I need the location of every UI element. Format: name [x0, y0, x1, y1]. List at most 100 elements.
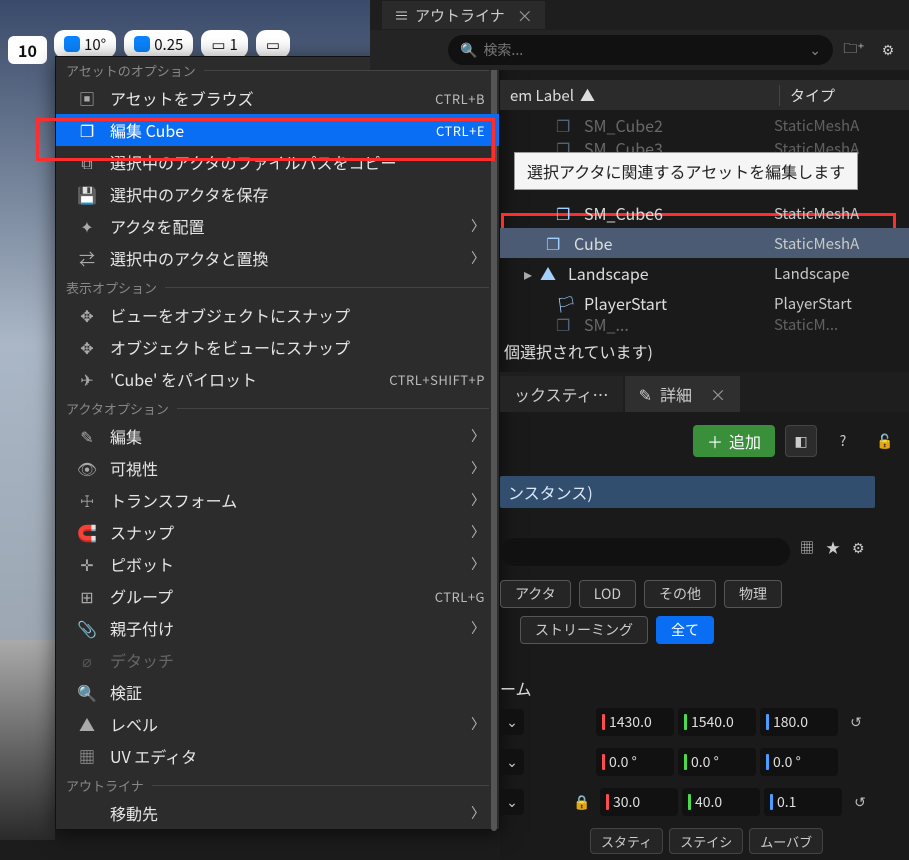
outliner-tab[interactable]: ≡アウトライナ×	[382, 1, 545, 29]
menu-snap[interactable]: 🧲スナップ〉	[56, 516, 499, 548]
menu-pivot[interactable]: ✛ピボット〉	[56, 548, 499, 580]
menu-snap-view-to-obj[interactable]: ✥ ビューをオブジェクトにスナップ	[56, 299, 499, 331]
chip-streaming[interactable]: ストリーミング	[520, 616, 648, 644]
menu-verify[interactable]: 🔍検証	[56, 676, 499, 708]
outliner-row-selected[interactable]: ❐CubeStaticMeshA	[500, 228, 909, 258]
rotation-x[interactable]: 0.0 °	[596, 748, 674, 776]
camera-pill[interactable]: ▭1	[201, 30, 248, 58]
gear-icon[interactable]: ⚙	[852, 538, 865, 558]
rotation-dropdown[interactable]: ⌄	[500, 749, 524, 775]
outliner-search-row: 🔍 検索... ⌄ 🗀⁺ ⚙	[370, 30, 909, 70]
menu-pilot-cube[interactable]: ✈ 'Cube' をパイロット CTRL+SHIFT+P	[56, 363, 499, 395]
lock-icon[interactable]: 🔒	[570, 792, 594, 812]
details-search-input[interactable]	[500, 538, 790, 566]
menu-place-actor[interactable]: ✦ アクタを配置 〉	[56, 210, 499, 242]
mobility-movable[interactable]: ムーバブ	[749, 828, 823, 854]
angle-snap-pill[interactable]: 10°	[54, 30, 116, 58]
chip-misc[interactable]: その他	[644, 580, 716, 608]
menu-edit[interactable]: ✎ 編集〉	[56, 420, 499, 452]
column-item-label[interactable]: em Label▲	[500, 85, 779, 106]
landscape-icon: ▲	[540, 261, 560, 285]
menu-copy-path[interactable]: ⧉ 選択中のアクタのファイルパスをコピー	[56, 146, 499, 178]
chip-actor[interactable]: アクタ	[500, 580, 571, 608]
unlock-icon[interactable]: 🔓	[869, 425, 901, 457]
expand-icon[interactable]: ▸	[524, 261, 538, 285]
menu-browse-asset[interactable]: ▣ アセットをブラウズ CTRL+B	[56, 82, 499, 114]
help-icon[interactable]: ?	[827, 425, 859, 457]
chip-lod[interactable]: LOD	[579, 580, 636, 608]
reset-icon[interactable]: ↺	[848, 792, 872, 812]
location-x[interactable]: 1430.0	[596, 708, 674, 736]
close-icon[interactable]: ×	[517, 3, 533, 27]
shortcut: CTRL+B	[435, 89, 485, 108]
grid-snap-value[interactable]: 10	[8, 36, 47, 64]
column-type[interactable]: タイプ	[779, 85, 909, 106]
menu-move-to[interactable]: 移動先〉	[56, 797, 499, 829]
location-y[interactable]: 1540.0	[678, 708, 756, 736]
extra-pill[interactable]: ▭	[256, 30, 290, 58]
pencil-icon: ✎	[639, 382, 652, 406]
rotation-y[interactable]: 0.0 °	[678, 748, 756, 776]
label: グループ	[110, 584, 421, 608]
new-folder-icon[interactable]: 🗀⁺	[841, 37, 867, 63]
menu-transform[interactable]: ☩トランスフォーム〉	[56, 484, 499, 516]
blueprint-icon[interactable]: ◧	[785, 425, 817, 457]
reset-icon[interactable]: ↺	[844, 712, 868, 732]
cam-value: 1	[230, 34, 238, 55]
menu-uv-editor[interactable]: ▦UV エディタ	[56, 740, 499, 772]
blank-icon	[78, 804, 96, 822]
transform-section-header: ーム	[500, 676, 532, 700]
star-icon[interactable]: ★	[826, 538, 840, 558]
section-actor-options: アクタオプション	[56, 395, 499, 420]
mobility-static[interactable]: スタティ	[590, 828, 663, 854]
mobility-stationary[interactable]: ステイシ	[669, 828, 743, 854]
pivot-icon: ✛	[78, 555, 96, 573]
add-button[interactable]: ＋追加	[693, 425, 775, 457]
menu-replace-actor[interactable]: ⇄ 選択中のアクタと置換 〉	[56, 242, 499, 274]
menu-group[interactable]: ⊞グループCTRL+G	[56, 580, 499, 612]
label: 移動先	[110, 801, 457, 825]
scale-dropdown[interactable]: ⌄	[500, 789, 524, 815]
scale-z[interactable]: 0.1	[764, 788, 842, 816]
details-tab-bar: ックスティ… ✎詳細×	[500, 372, 909, 412]
chevron-right-icon: 〉	[471, 426, 485, 446]
shortcut: CTRL+G	[435, 587, 485, 606]
outliner-row[interactable]: ❐SM_Cube6StaticMeshA	[500, 198, 909, 228]
outliner-row[interactable]: ❐SM_...StaticM...	[500, 318, 909, 330]
chevron-down-icon[interactable]: ⌄	[809, 40, 821, 60]
chip-physics[interactable]: 物理	[724, 580, 782, 608]
search-input[interactable]: 🔍 検索... ⌄	[448, 35, 833, 65]
chevron-right-icon: 〉	[471, 490, 485, 510]
location-z[interactable]: 180.0	[760, 708, 838, 736]
scale-x[interactable]: 30.0	[600, 788, 678, 816]
menu-save-actor[interactable]: 💾 選択中のアクタを保存	[56, 178, 499, 210]
gear-icon[interactable]: ⚙	[875, 37, 901, 63]
rotation-z[interactable]: 0.0 °	[760, 748, 838, 776]
menu-visibility[interactable]: 👁可視性〉	[56, 452, 499, 484]
tab-details[interactable]: ✎詳細×	[625, 376, 740, 412]
shortcut: CTRL+SHIFT+P	[389, 370, 485, 389]
chevron-right-icon: 〉	[471, 522, 485, 542]
details-search-icons: ▦ ★ ⚙	[800, 538, 865, 558]
mobility-pills: スタティ ステイシ ムーバブ	[590, 828, 823, 854]
tab-static[interactable]: ックスティ…	[500, 376, 623, 412]
scale-y[interactable]: 40.0	[682, 788, 760, 816]
selection-status: 個選択されています)	[500, 334, 909, 368]
chip-all[interactable]: 全て	[656, 616, 714, 644]
menu-attach[interactable]: 📎親子付け〉	[56, 612, 499, 644]
outliner-row[interactable]: ▸▲LandscapeLandscape	[500, 258, 909, 288]
label: 可視性	[110, 456, 457, 480]
instance-bar[interactable]: ンスタンス)	[500, 476, 875, 508]
menu-edit-cube[interactable]: ❐ 編集 Cube CTRL+E	[56, 114, 499, 146]
menu-snap-obj-to-view[interactable]: ✥ オブジェクトをビューにスナップ	[56, 331, 499, 363]
scale-snap-pill[interactable]: 0.25	[124, 30, 193, 58]
outliner-tab-bar: ≡アウトライナ×	[370, 0, 909, 30]
label: 編集	[110, 424, 457, 448]
grid-icon[interactable]: ▦	[800, 538, 814, 558]
close-icon[interactable]: ×	[710, 382, 726, 406]
location-dropdown[interactable]: ⌄	[500, 709, 524, 735]
menu-level[interactable]: ▲レベル〉	[56, 708, 499, 740]
search-icon: 🔍	[78, 683, 96, 701]
pencil-icon: ✎	[78, 427, 96, 445]
uv-icon: ▦	[78, 747, 96, 765]
